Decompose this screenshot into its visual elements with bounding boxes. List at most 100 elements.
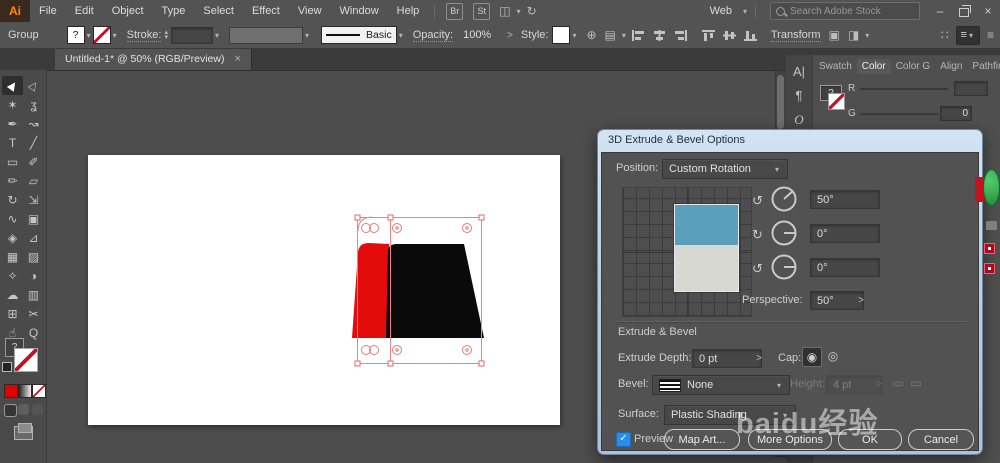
rotate-z-dial[interactable] [770, 253, 798, 281]
eyedropper-tool[interactable]: ✧ [2, 266, 23, 285]
search-input[interactable]: Search Adobe Stock [770, 2, 920, 20]
bevel-dropdown[interactable]: None ▾ [652, 375, 790, 395]
panel-options-button[interactable]: ≡ ▾ [955, 25, 980, 45]
chevron-down-icon[interactable]: ▾ [305, 31, 309, 40]
align-bottom-icon[interactable] [743, 29, 758, 42]
step-down-icon[interactable]: ▾ [164, 34, 168, 41]
menu-type[interactable]: Type [153, 0, 195, 22]
opentype-panel-icon[interactable]: O [786, 112, 812, 128]
chevron-down-icon[interactable]: ▾ [215, 31, 219, 40]
draw-behind-mode-button[interactable] [18, 404, 29, 415]
rotate-z-field[interactable]: 0° [810, 258, 880, 277]
blend-tool[interactable]: ◑ [23, 266, 44, 285]
rotation-track-cube[interactable] [622, 187, 752, 317]
eraser-tool[interactable]: ▱ [23, 171, 44, 190]
list-view-icon[interactable]: ≡ [987, 28, 994, 42]
map-art-button[interactable]: Map Art... [664, 429, 740, 450]
rotate-x-dial[interactable] [770, 185, 798, 213]
tab-pathfinder[interactable]: Pathfin [967, 59, 1000, 74]
scrollbar-thumb[interactable] [777, 75, 784, 129]
fill-color-swatch[interactable]: ? [66, 26, 85, 44]
more-options-button[interactable]: More Options [748, 429, 832, 450]
rotate-x-field[interactable]: 50° [810, 190, 880, 209]
type-tool[interactable]: T [2, 133, 23, 152]
column-graph-tool[interactable]: ▥ [23, 285, 44, 304]
perspective-slider-arrow[interactable]: > [854, 291, 868, 310]
align-right-icon[interactable] [673, 29, 688, 42]
menu-window[interactable]: Window [331, 0, 388, 22]
tab-swatches[interactable]: Swatch [814, 59, 857, 74]
free-transform-tool[interactable]: ▣ [23, 209, 44, 228]
close-tab-icon[interactable]: × [234, 53, 240, 65]
minimize-button[interactable]: – [928, 0, 952, 22]
cap-off-button[interactable]: ◎ [824, 347, 842, 365]
curvature-tool[interactable]: ↝ [23, 114, 44, 133]
chevron-down-icon[interactable]: ▾ [113, 31, 117, 40]
close-button[interactable]: × [976, 0, 1000, 22]
scale-tool[interactable]: ⇲ [23, 190, 44, 209]
workspace-switcher[interactable]: Web [701, 0, 741, 22]
pen-tool[interactable]: ✒ [2, 114, 23, 133]
draw-normal-mode-button[interactable] [4, 404, 17, 417]
stroke-label[interactable]: Stroke: [126, 29, 162, 42]
ok-button[interactable]: OK [838, 429, 902, 450]
preview-checkbox[interactable]: ✓ [616, 432, 631, 447]
arrange-documents-icon[interactable]: ◫ [499, 4, 510, 18]
cancel-button[interactable]: Cancel [908, 429, 974, 450]
stroke-color-swatch[interactable] [92, 26, 111, 44]
rotate-y-dial[interactable] [770, 219, 798, 247]
align-left-icon[interactable] [631, 29, 646, 42]
menu-view[interactable]: View [289, 0, 331, 22]
chevron-down-icon[interactable]: ▾ [87, 31, 91, 40]
symbol-sprayer-tool[interactable]: ☁ [2, 285, 23, 304]
width-tool[interactable]: ∿ [2, 209, 23, 228]
stroke-weight-field[interactable] [170, 26, 213, 44]
magic-wand-tool[interactable]: ✶ [2, 95, 23, 114]
slice-tool[interactable]: ✂ [23, 304, 44, 323]
chevron-down-icon[interactable]: ▾ [743, 7, 747, 16]
rotate-tool[interactable]: ↻ [2, 190, 23, 209]
green-channel-value[interactable]: 0 [940, 106, 972, 121]
gradient-tool[interactable]: ▨ [23, 247, 44, 266]
surface-dropdown[interactable]: Plastic Shading ▾ [664, 405, 796, 425]
opacity-slider-arrow[interactable]: > [507, 30, 513, 41]
stroke-weight-stepper[interactable]: ▴ ▾ [164, 29, 168, 41]
position-dropdown[interactable]: Custom Rotation ▾ [662, 159, 788, 179]
isolate-selection-icon[interactable]: ◨ [848, 28, 859, 42]
menu-help[interactable]: Help [388, 0, 429, 22]
color-stroke-indicator[interactable] [828, 93, 845, 110]
align-top-icon[interactable] [701, 29, 716, 42]
character-panel-icon[interactable]: A| [786, 64, 812, 79]
red-channel-value[interactable] [954, 81, 988, 96]
transform-link[interactable]: Transform [770, 29, 821, 42]
chevron-down-icon[interactable]: ▾ [572, 31, 576, 40]
pencil-tool[interactable]: ✏ [2, 171, 23, 190]
draw-inside-mode-button[interactable] [32, 404, 43, 415]
brush-definition-dropdown[interactable]: Basic [321, 26, 397, 44]
bridge-icon[interactable]: Br [446, 2, 464, 20]
align-center-icon[interactable] [652, 29, 667, 42]
menu-object[interactable]: Object [103, 0, 153, 22]
chevron-down-icon[interactable]: ▾ [517, 7, 521, 16]
sync-status-icon[interactable]: ↻ [527, 4, 537, 18]
shape-black-front[interactable] [386, 244, 484, 338]
tab-color[interactable]: Color [856, 58, 891, 74]
chevron-down-icon[interactable]: ▾ [622, 31, 626, 40]
artboard-tool[interactable]: ⊞ [2, 304, 23, 323]
extrude-depth-slider-arrow[interactable]: > [752, 349, 766, 368]
menu-edit[interactable]: Edit [66, 0, 103, 22]
cap-on-button[interactable]: ◉ [802, 347, 822, 367]
paintbrush-tool[interactable]: ✐ [23, 152, 44, 171]
chevron-down-icon[interactable]: ▾ [865, 31, 869, 40]
none-button[interactable] [32, 384, 46, 398]
tab-color-guide[interactable]: Color G [891, 59, 935, 74]
green-channel-slider[interactable] [860, 113, 938, 115]
opacity-value[interactable]: 100% [457, 27, 503, 44]
menu-effect[interactable]: Effect [243, 0, 289, 22]
free-transform-icon[interactable]: ▣ [829, 28, 840, 42]
stock-icon[interactable]: St [473, 2, 491, 20]
width-profile-dropdown[interactable] [229, 26, 303, 44]
chevron-down-icon[interactable]: ▾ [399, 31, 403, 40]
menu-file[interactable]: File [30, 0, 66, 22]
line-segment-tool[interactable]: ╱ [23, 133, 44, 152]
